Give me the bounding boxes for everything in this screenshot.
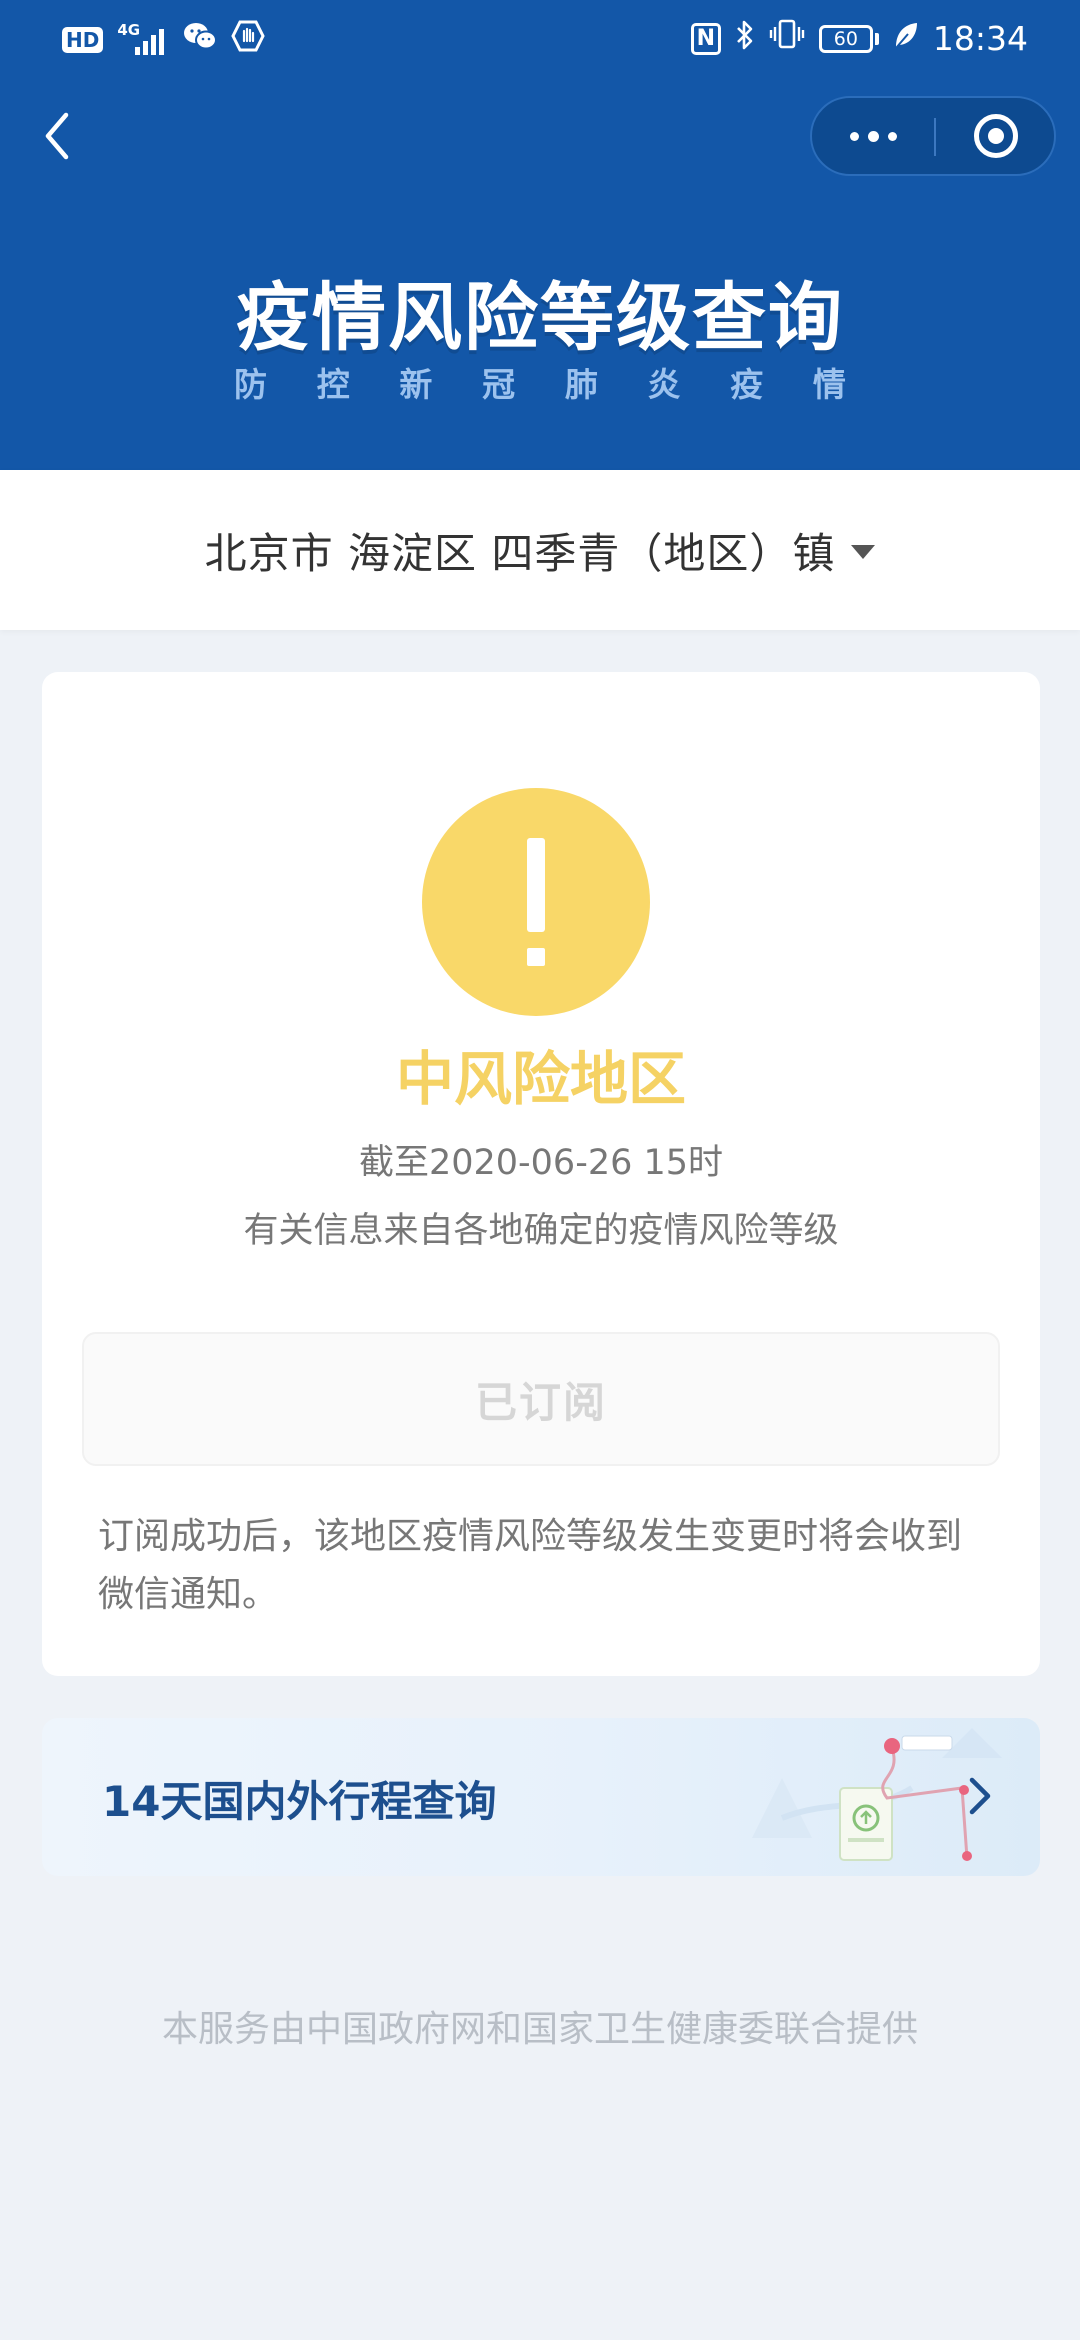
banner-title: 疫情风险等级查询 <box>236 275 844 361</box>
mini-program-capsule <box>810 96 1056 176</box>
wechat-icon <box>183 21 218 59</box>
chevron-left-icon <box>45 112 69 160</box>
location-selector[interactable]: 北京市 海淀区 四季青（地区）镇 <box>0 470 1080 630</box>
banner-subtitle: 防 控 新 冠 肺 炎 疫 情 <box>234 365 846 404</box>
trip-query-card[interactable]: 14天国内外行程查询 <box>42 1718 1040 1876</box>
risk-level: 中风险地区 <box>395 1045 686 1113</box>
battery-icon: 60 <box>818 24 879 53</box>
hd-badge: HD <box>62 27 104 53</box>
clock: 18:34 <box>932 18 1028 58</box>
subscribe-note: 订阅成功后，该地区疫情风险等级发生变更时将会收到微信通知。 <box>98 1516 963 1615</box>
status-left: HD 4G <box>62 20 266 60</box>
location-text: 北京市 海淀区 四季青（地区）镇 <box>204 528 836 578</box>
battery-level: 60 <box>818 24 873 53</box>
vibrate-icon <box>769 18 805 59</box>
leaf-icon <box>893 20 919 58</box>
signal-icon: 4G <box>117 21 169 57</box>
subscribe-button[interactable]: 已订阅 <box>82 1332 1000 1466</box>
caret-down-icon <box>851 545 876 559</box>
shield-hand-icon <box>231 20 266 60</box>
status-right: N 60 18:34 <box>690 18 1028 59</box>
target-close-icon <box>974 114 1018 158</box>
header: HD 4G N 60 18:34 疫情风险等级查询 防 控 新 冠 肺 炎 疫 … <box>0 0 1080 470</box>
risk-source: 有关信息来自各地确定的疫情风险等级 <box>243 1211 839 1251</box>
trip-query-label: 14天国内外行程查询 <box>102 1777 497 1826</box>
exclamation-icon <box>527 838 545 932</box>
footer-note: 本服务由中国政府网和国家卫生健康委联合提供 <box>161 2009 918 2050</box>
risk-as-of: 截至2020-06-26 15时 <box>358 1143 724 1183</box>
more-dots-icon <box>849 131 859 141</box>
chevron-right-icon <box>950 1766 1010 1826</box>
risk-card: 中风险地区 截至2020-06-26 15时 有关信息来自各地确定的疫情风险等级… <box>42 672 1040 1676</box>
back-button[interactable] <box>32 108 82 164</box>
close-button[interactable] <box>936 98 1056 174</box>
nfc-icon: N <box>690 22 721 55</box>
bluetooth-icon <box>735 19 755 59</box>
more-button[interactable] <box>812 98 934 174</box>
warning-badge <box>422 788 650 1016</box>
status-bar: HD 4G N 60 18:34 <box>0 0 1080 76</box>
